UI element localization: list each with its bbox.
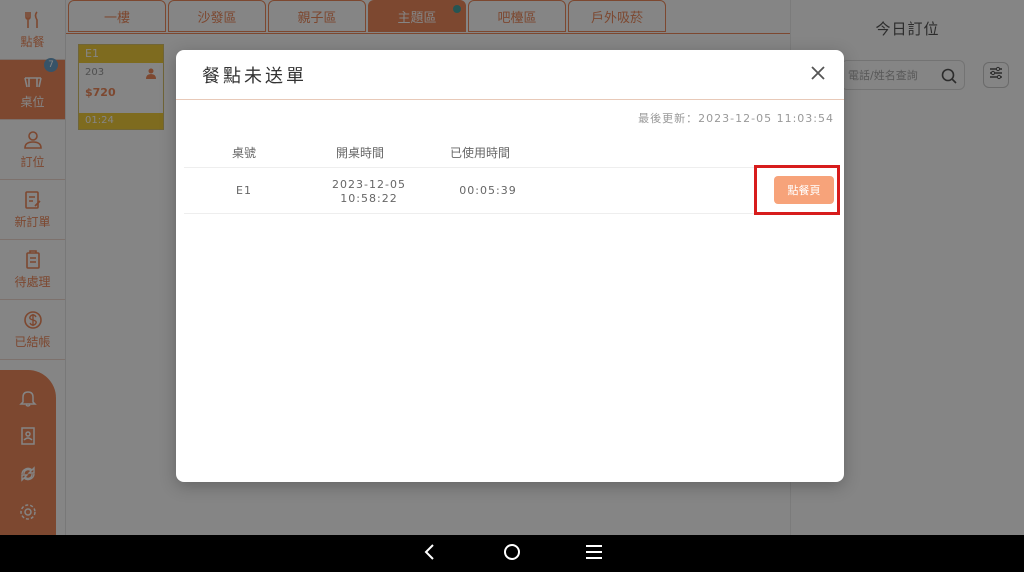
menu-icon (585, 544, 603, 564)
table-header: 桌號 開桌時間 已使用時間 (184, 138, 836, 168)
modal-title: 餐點未送單 (202, 65, 307, 87)
home-button[interactable] (501, 543, 523, 565)
home-icon (503, 543, 521, 565)
col-elapsed: 已使用時間 (450, 146, 511, 160)
modal-header: 餐點未送單 (176, 50, 844, 100)
system-nav-bar (0, 535, 1024, 572)
col-table: 桌號 (232, 146, 257, 160)
back-icon (423, 543, 437, 565)
col-open-time: 開桌時間 (336, 146, 385, 160)
row-table: E1 (236, 184, 252, 197)
unsent-orders-modal: 餐點未送單 最後更新：2023-12-05 11:03:54 桌號 開桌時間 已… (176, 50, 844, 482)
highlight-box (754, 165, 840, 215)
row-open-time: 10:58:22 (340, 192, 398, 205)
recents-button[interactable] (583, 543, 605, 565)
row-elapsed: 00:05:39 (459, 184, 517, 197)
back-button[interactable] (419, 543, 441, 565)
table-row: E1 2023-12-05 10:58:22 00:05:39 (184, 168, 836, 214)
close-button[interactable] (806, 62, 830, 86)
row-open-date: 2023-12-05 (332, 178, 406, 191)
close-icon (811, 65, 825, 84)
last-updated: 最後更新：2023-12-05 11:03:54 (638, 112, 834, 125)
